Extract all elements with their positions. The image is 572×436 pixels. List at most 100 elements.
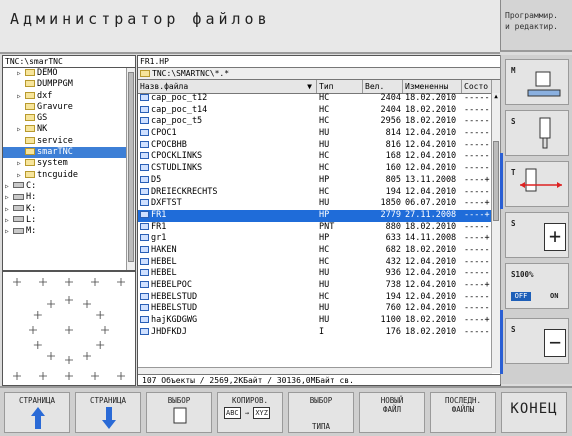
file-list-scrollbar-thumb[interactable]: [493, 141, 499, 221]
file-row[interactable]: D5 HP 805 13.11.2008 ----+: [138, 175, 492, 187]
file-name-cell: HAKEN: [138, 245, 317, 257]
expand-arrow-icon[interactable]: ▷: [5, 204, 13, 215]
tree-item-label: smarTNC: [37, 147, 73, 158]
side-softkey-bar: M S T S + S100% OFF ON S −: [500, 55, 572, 384]
tree-scrollbar[interactable]: [126, 68, 135, 270]
col-modified[interactable]: Измененны: [403, 80, 462, 93]
file-row[interactable]: hajKGDGWG HU 1100 18.02.2010 ----+: [138, 315, 492, 327]
file-row[interactable]: cap_poc_t14 HC 2404 18.02.2010 -----: [138, 105, 492, 117]
col-name[interactable]: Назв.файла ▼: [138, 80, 317, 93]
tree-item[interactable]: ▷ K:: [3, 204, 126, 215]
expand-arrow-icon[interactable]: ▷: [17, 124, 25, 135]
file-row[interactable]: HEBELPOC HU 738 12.04.2010 ----+: [138, 280, 492, 292]
directory-tree: ▷ DEMO DUMPPGM ▷ dxf Gravure GS ▷ NK service smarT…: [3, 68, 126, 270]
side-softkey-tool[interactable]: T: [505, 161, 569, 207]
file-name-cell: HEBEL: [138, 257, 317, 269]
tree-item[interactable]: ▷ dxf: [3, 91, 126, 102]
file-row[interactable]: DXFTST HU 1850 06.07.2010 ----+: [138, 198, 492, 210]
side-softkey-spindle-minus[interactable]: S −: [505, 318, 569, 364]
file-row[interactable]: HEBELSTUD HU 760 12.04.2010 -----: [138, 303, 492, 315]
tree-item[interactable]: smarTNC: [3, 147, 126, 159]
tree-item[interactable]: ▷ C:: [3, 181, 126, 192]
side-softkey-spindle-plus[interactable]: S +: [505, 212, 569, 258]
file-row[interactable]: HEBEL HU 936 12.04.2010 -----: [138, 268, 492, 280]
scroll-up-icon[interactable]: ▲: [492, 93, 500, 101]
tree-path: TNC:\smarTNC: [3, 56, 135, 68]
expand-arrow-icon[interactable]: ▷: [5, 181, 13, 192]
file-date-cell: 18.02.2010: [405, 104, 457, 115]
tree-item[interactable]: DUMPPGM: [3, 79, 126, 90]
tree-item[interactable]: GS: [3, 113, 126, 124]
file-size-cell: 760: [385, 303, 401, 314]
tree-item[interactable]: Gravure: [3, 102, 126, 113]
file-name-text: CSTUDLINKS: [151, 163, 203, 174]
expand-arrow-icon[interactable]: ▷: [17, 68, 25, 79]
file-row[interactable]: CPOCKLINKS HC 168 12.04.2010 -----: [138, 151, 492, 163]
new-file-softkey[interactable]: НОВЫЙ ФАЙЛ: [359, 392, 425, 433]
file-list-scrollbar[interactable]: ▲: [491, 93, 500, 373]
tree-item[interactable]: ▷ tncguide: [3, 170, 126, 181]
file-icon: [140, 175, 149, 183]
tree-item[interactable]: service: [3, 136, 126, 147]
folder-icon: [25, 114, 35, 122]
expand-arrow-icon[interactable]: ▷: [5, 226, 13, 237]
expand-arrow-icon[interactable]: ▷: [17, 91, 25, 102]
file-row[interactable]: gr1 HP 633 14.11.2008 ----+: [138, 233, 492, 245]
file-row[interactable]: HAKEN HC 682 18.02.2010 -----: [138, 245, 492, 257]
col-type[interactable]: Тип: [317, 80, 363, 93]
file-icon: [140, 257, 149, 265]
tree-item[interactable]: ▷ system: [3, 158, 126, 169]
file-row[interactable]: HEBEL HC 432 12.04.2010 -----: [138, 257, 492, 269]
copy-label: КОПИРОВ.: [231, 396, 269, 405]
file-row[interactable]: DREIECKRECHTS HC 194 12.04.2010 -----: [138, 187, 492, 199]
side-softkey-override[interactable]: S100% OFF ON: [505, 263, 569, 309]
file-name-text: hajKGDGWG: [151, 315, 198, 326]
page-down-label: СТРАНИЦА: [89, 396, 127, 405]
horizontal-scrollbar[interactable]: [138, 367, 492, 374]
contour-point-mark: [13, 372, 21, 380]
file-row[interactable]: CPOCBHB HU 816 12.04.2010 -----: [138, 140, 492, 152]
expand-arrow-icon[interactable]: ▷: [5, 215, 13, 226]
contour-point-mark: [65, 356, 73, 364]
contour-point-mark: [65, 296, 73, 304]
select-softkey[interactable]: ВЫБОР: [146, 392, 212, 433]
expand-arrow-icon[interactable]: ▷: [17, 170, 25, 181]
file-row[interactable]: cap_poc_t12 HC 2404 18.02.2010 -----: [138, 93, 492, 105]
contour-point-mark: [83, 351, 91, 360]
contour-point-mark: [39, 278, 47, 286]
copy-arrow: →: [244, 409, 250, 417]
col-size[interactable]: Вел.: [363, 80, 403, 93]
tree-item[interactable]: ▷ NK: [3, 124, 126, 135]
file-row[interactable]: HEBELSTUD HC 194 12.04.2010 -----: [138, 292, 492, 304]
file-row[interactable]: cap_poc_t5 HC 2956 18.02.2010 -----: [138, 116, 492, 128]
contour-point-mark: [47, 351, 55, 360]
tree-item[interactable]: ▷ M:: [3, 226, 126, 237]
contour-point-mark: [29, 326, 37, 334]
select-type-softkey[interactable]: ВЫБОР ТИПА: [288, 392, 354, 433]
file-icon: [140, 94, 149, 101]
file-row[interactable]: JHDFKDJ I 176 18.02.2010 -----: [138, 327, 492, 339]
page-down-softkey[interactable]: СТРАНИЦА: [75, 392, 141, 433]
expand-arrow-icon[interactable]: ▷: [17, 158, 25, 169]
file-row[interactable]: FR1 PNT 880 18.02.2010 -----: [138, 222, 492, 234]
tree-item[interactable]: ▷ L:: [3, 215, 126, 226]
tree-scrollbar-thumb[interactable]: [128, 72, 134, 262]
file-icon: [140, 152, 149, 160]
page-up-softkey[interactable]: СТРАНИЦА: [4, 392, 70, 433]
side-softkey-spindle[interactable]: S: [505, 110, 569, 156]
col-status[interactable]: Состо: [462, 80, 492, 93]
file-date-cell: 18.02.2010: [405, 244, 457, 255]
file-size-cell: 880: [385, 221, 401, 232]
side-softkey-machine[interactable]: M: [505, 59, 569, 105]
expand-arrow-icon[interactable]: ▷: [5, 192, 13, 203]
tree-item[interactable]: ▷ H:: [3, 192, 126, 203]
recent-files-softkey[interactable]: ПОСЛЕДН. ФАЙЛЫ: [430, 392, 496, 433]
file-status-cell: ----+: [464, 315, 490, 326]
copy-softkey[interactable]: КОПИРОВ. ABC → XYZ: [217, 392, 283, 433]
file-status-cell: -----: [464, 291, 490, 302]
file-row[interactable]: CPOC1 HU 814 12.04.2010 -----: [138, 128, 492, 140]
file-row[interactable]: CSTUDLINKS HC 160 12.04.2010 -----: [138, 163, 492, 175]
file-row[interactable]: FR1 HP 2779 27.11.2008 ----+: [138, 209, 492, 222]
end-softkey[interactable]: КОНЕЦ: [501, 392, 567, 433]
tree-item[interactable]: ▷ DEMO: [3, 68, 126, 79]
